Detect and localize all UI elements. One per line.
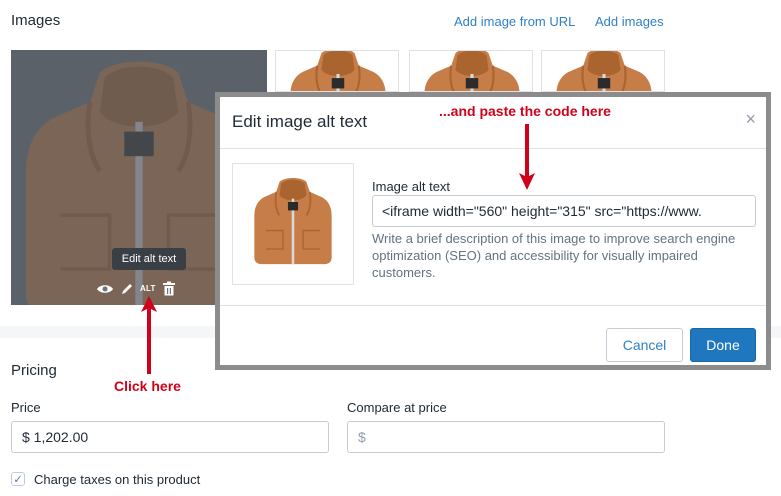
eye-icon[interactable]: [96, 283, 114, 295]
compare-at-price-input[interactable]: $: [347, 421, 665, 453]
paste-code-annotation: ...and paste the code here: [439, 103, 611, 119]
modal-footer: Cancel Done: [220, 305, 766, 371]
charge-taxes-label: Charge taxes on this product: [34, 472, 201, 487]
image-alt-text-input[interactable]: [372, 195, 756, 227]
price-input[interactable]: $ 1,202.00: [11, 421, 329, 453]
hoodie-image: [423, 51, 521, 91]
compare-at-price-placeholder: $: [358, 429, 366, 445]
cancel-button[interactable]: Cancel: [606, 328, 683, 362]
alt-icon[interactable]: ALT: [140, 284, 156, 293]
edit-alt-text-modal: Edit image alt text × Image alt text Wri…: [215, 92, 771, 370]
price-label: Price: [11, 400, 41, 415]
image-alt-text-label: Image alt text: [372, 179, 451, 194]
modal-title: Edit image alt text: [232, 112, 368, 131]
add-image-from-url-link[interactable]: Add image from URL: [454, 14, 575, 29]
pricing-section-title: Pricing: [11, 362, 57, 379]
click-here-annotation: Click here: [114, 378, 181, 394]
hoodie-image: [253, 177, 333, 266]
alt-text-help-text: Write a brief description of this image …: [372, 231, 736, 280]
modal-image-preview: [232, 163, 354, 285]
edit-alt-text-tooltip: Edit alt text: [112, 248, 186, 270]
done-button[interactable]: Done: [690, 328, 756, 362]
arrow-icon: [519, 124, 535, 190]
product-thumbnail[interactable]: [409, 50, 533, 92]
trash-icon[interactable]: [162, 281, 176, 296]
image-actions: ALT: [96, 281, 176, 296]
charge-taxes-checkbox[interactable]: ✓: [11, 472, 25, 486]
hoodie-image: [555, 51, 653, 91]
hoodie-image: [289, 51, 387, 91]
images-section-title: Images: [11, 12, 61, 29]
price-value: $ 1,202.00: [22, 429, 89, 445]
pencil-icon[interactable]: [120, 282, 134, 296]
product-thumbnail[interactable]: [275, 50, 399, 92]
checkmark-icon: ✓: [13, 473, 23, 486]
arrow-icon: [141, 296, 157, 374]
compare-at-price-label: Compare at price: [347, 400, 447, 415]
close-icon[interactable]: ×: [745, 109, 756, 130]
add-images-link[interactable]: Add images: [595, 14, 664, 29]
product-thumbnail[interactable]: [541, 50, 665, 92]
